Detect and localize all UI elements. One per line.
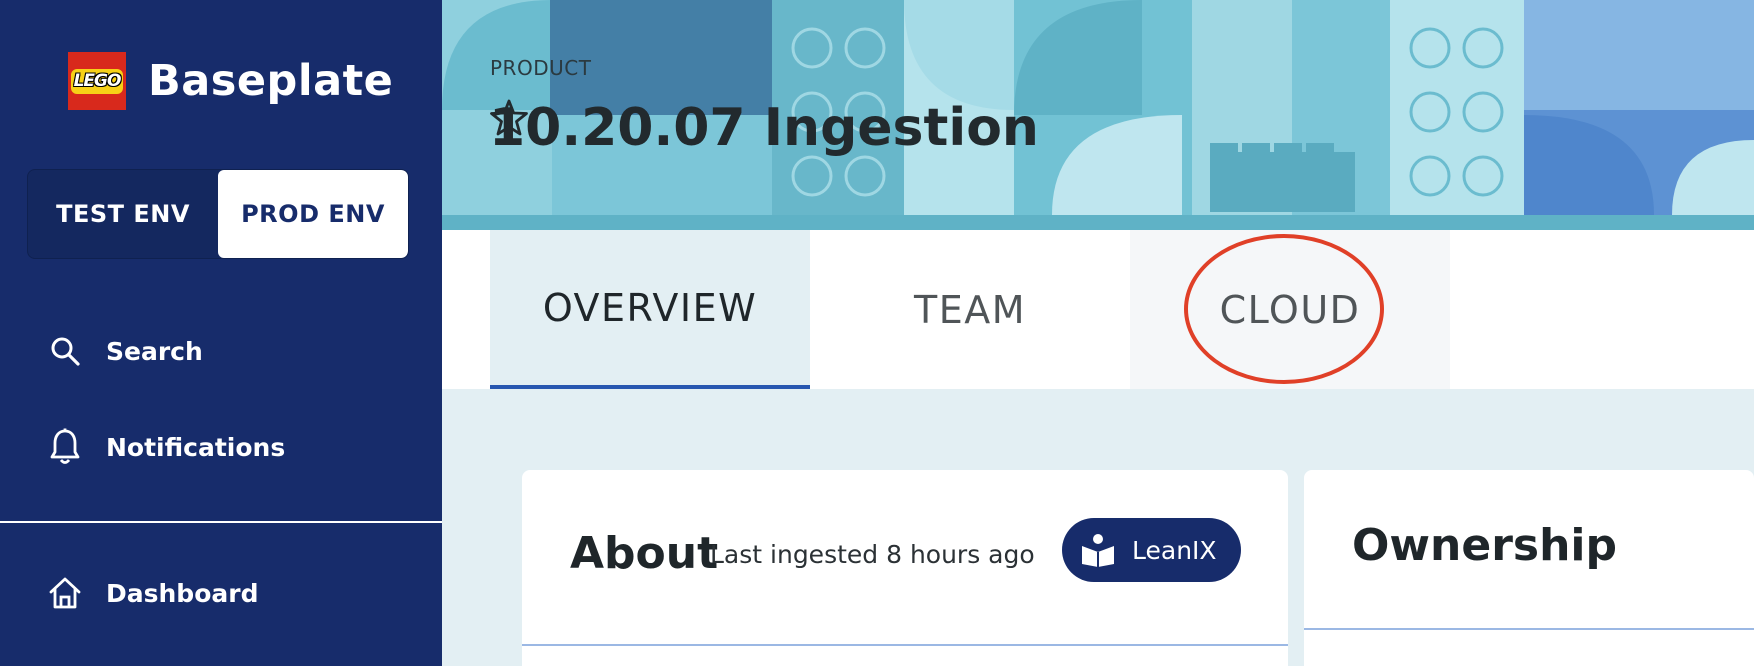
tab-cloud[interactable]: CLOUD: [1130, 230, 1450, 389]
search-icon: [48, 334, 82, 368]
sidebar-item-label: Notifications: [106, 432, 286, 462]
about-card-header: About Last ingested 8 hours ago LeanIX: [522, 470, 1288, 646]
sidebar-item-notifications[interactable]: Notifications: [48, 428, 286, 464]
leanix-source-badge[interactable]: LeanIX: [1062, 518, 1241, 582]
page-title: 10.20.07 Ingestion: [489, 98, 1067, 158]
about-title: About: [570, 528, 719, 579]
tab-team[interactable]: TEAM: [810, 230, 1130, 389]
sidebar-item-search[interactable]: Search: [48, 334, 203, 368]
leanix-book-icon: [1080, 533, 1116, 567]
bell-icon: [48, 428, 82, 464]
sidebar-item-label: Search: [106, 336, 203, 366]
tab-overview[interactable]: OVERVIEW: [490, 230, 810, 389]
lego-logo-text: LEGO: [70, 68, 124, 94]
ownership-card: Ownership: [1304, 470, 1754, 666]
tab-bar: OVERVIEW TEAM CLOUD: [442, 230, 1754, 389]
brand[interactable]: LEGO Baseplate: [68, 52, 393, 110]
lego-logo: LEGO: [68, 52, 126, 110]
leanix-badge-label: LeanIX: [1132, 535, 1217, 565]
ownership-title: Ownership: [1352, 520, 1618, 571]
product-header-banner: PRODUCT 10.20.07 Ingestion: [442, 0, 1754, 230]
product-eyebrow: PRODUCT: [490, 56, 592, 80]
sidebar: LEGO Baseplate TEST ENV PROD ENV Search …: [0, 0, 442, 666]
sidebar-item-label: Dashboard: [106, 578, 259, 608]
sidebar-divider: [0, 521, 442, 523]
brand-name: Baseplate: [148, 56, 394, 106]
page-title-text: 10.20.07 Ingestion: [489, 98, 1039, 158]
test-env-button[interactable]: TEST ENV: [28, 170, 218, 258]
home-icon: [48, 576, 82, 610]
about-card: About Last ingested 8 hours ago LeanIX: [522, 470, 1288, 666]
environment-toggle: TEST ENV PROD ENV: [27, 169, 409, 259]
sidebar-item-dashboard[interactable]: Dashboard: [48, 576, 258, 610]
prod-env-button[interactable]: PROD ENV: [218, 170, 408, 258]
last-ingested-text: Last ingested 8 hours ago: [710, 540, 1035, 569]
ownership-card-header: Ownership: [1304, 470, 1754, 630]
